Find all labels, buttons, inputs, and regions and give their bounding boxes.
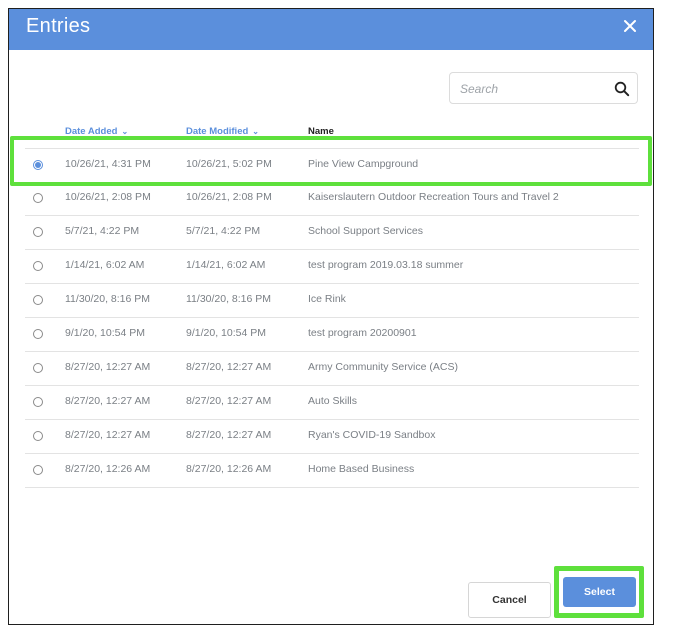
cell-name: Home Based Business	[308, 463, 415, 475]
cell-date-modified: 8/27/20, 12:27 AM	[186, 361, 272, 373]
row-radio[interactable]	[33, 363, 43, 373]
row-radio[interactable]	[33, 431, 43, 441]
column-header-date-modified[interactable]: Date Modified ⌄	[186, 126, 259, 137]
search-box	[449, 72, 638, 104]
cell-date-added: 10/26/21, 4:31 PM	[65, 158, 151, 170]
row-radio[interactable]	[33, 397, 43, 407]
column-header-label: Date Added	[65, 126, 118, 137]
cell-date-added: 8/27/20, 12:27 AM	[65, 361, 151, 373]
cell-date-modified: 9/1/20, 10:54 PM	[186, 327, 266, 339]
cell-date-added: 11/30/20, 8:16 PM	[65, 293, 151, 305]
cell-date-modified: 8/27/20, 12:27 AM	[186, 395, 272, 407]
cell-name: Kaiserslautern Outdoor Recreation Tours …	[308, 191, 559, 203]
search-input[interactable]	[458, 79, 602, 99]
row-radio[interactable]	[33, 295, 43, 305]
row-radio[interactable]	[33, 160, 43, 170]
cell-date-added: 8/27/20, 12:27 AM	[65, 395, 151, 407]
cell-date-added: 1/14/21, 6:02 AM	[65, 259, 145, 271]
column-header-name: Name	[308, 126, 334, 137]
table-row[interactable]: 10/26/21, 2:08 PM 10/26/21, 2:08 PM Kais…	[25, 182, 639, 216]
table-row[interactable]: 8/27/20, 12:26 AM 8/27/20, 12:26 AM Home…	[25, 454, 639, 488]
cell-name: Army Community Service (ACS)	[308, 361, 458, 373]
cell-date-modified: 10/26/21, 5:02 PM	[186, 158, 272, 170]
row-radio[interactable]	[33, 261, 43, 271]
cell-date-modified: 8/27/20, 12:27 AM	[186, 429, 272, 441]
column-header-label: Date Modified	[186, 126, 249, 137]
cell-date-modified: 1/14/21, 6:02 AM	[186, 259, 266, 271]
chevron-down-icon: ⌄	[121, 127, 129, 136]
chevron-down-icon: ⌄	[252, 127, 259, 136]
row-radio[interactable]	[33, 227, 43, 237]
cell-date-added: 5/7/21, 4:22 PM	[65, 225, 140, 237]
cell-name: Ice Rink	[308, 293, 346, 305]
cell-date-added: 8/27/20, 12:26 AM	[65, 463, 151, 475]
entries-dialog: Entries Date Added⌄ Date Modified⌄ Name …	[8, 8, 654, 625]
dialog-header: Entries	[9, 9, 653, 50]
table-row[interactable]: 5/7/21, 4:22 PM 5/7/21, 4:22 PM School S…	[25, 216, 639, 250]
table-row[interactable]: 10/26/21, 4:31 PM 10/26/21, 5:02 PM Pine…	[25, 148, 639, 183]
select-button[interactable]: Select	[563, 577, 636, 607]
cell-date-added: 8/27/20, 12:27 AM	[65, 429, 151, 441]
column-header-date-added[interactable]: Date Added ⌄	[65, 126, 128, 137]
cell-date-added: 10/26/21, 2:08 PM	[65, 191, 151, 203]
dialog-title: Entries	[26, 15, 91, 37]
table-row[interactable]: 8/27/20, 12:27 AM 8/27/20, 12:27 AM Ryan…	[25, 420, 639, 454]
row-radio[interactable]	[33, 465, 43, 475]
select-button-highlight: Select	[554, 566, 644, 618]
cell-date-modified: 8/27/20, 12:26 AM	[186, 463, 272, 475]
cell-date-modified: 10/26/21, 2:08 PM	[186, 191, 272, 203]
row-radio[interactable]	[33, 193, 43, 203]
table-row[interactable]: 9/1/20, 10:54 PM 9/1/20, 10:54 PM test p…	[25, 318, 639, 352]
cell-date-modified: 11/30/20, 8:16 PM	[186, 293, 272, 305]
cell-date-modified: 5/7/21, 4:22 PM	[186, 225, 261, 237]
table-row[interactable]: 8/27/20, 12:27 AM 8/27/20, 12:27 AM Auto…	[25, 386, 639, 420]
close-icon[interactable]	[618, 14, 642, 38]
cell-name: Auto Skills	[308, 395, 358, 407]
cell-name: School Support Services	[308, 225, 423, 237]
search-icon[interactable]	[614, 81, 630, 97]
cell-name: test program 2019.03.18 summer	[308, 259, 464, 271]
cell-name: Pine View Campground	[308, 158, 419, 170]
table-row[interactable]: 11/30/20, 8:16 PM 11/30/20, 8:16 PM Ice …	[25, 284, 639, 318]
row-radio[interactable]	[33, 329, 43, 339]
table-row[interactable]: 1/14/21, 6:02 AM 1/14/21, 6:02 AM test p…	[25, 250, 639, 284]
cell-name: Ryan's COVID-19 Sandbox	[308, 429, 436, 441]
column-header-label: Name	[308, 126, 334, 137]
cell-name: test program 20200901	[308, 327, 417, 339]
table-row[interactable]: 8/27/20, 12:27 AM 8/27/20, 12:27 AM Army…	[25, 352, 639, 386]
cancel-button[interactable]: Cancel	[468, 582, 551, 618]
cell-date-added: 9/1/20, 10:54 PM	[65, 327, 145, 339]
